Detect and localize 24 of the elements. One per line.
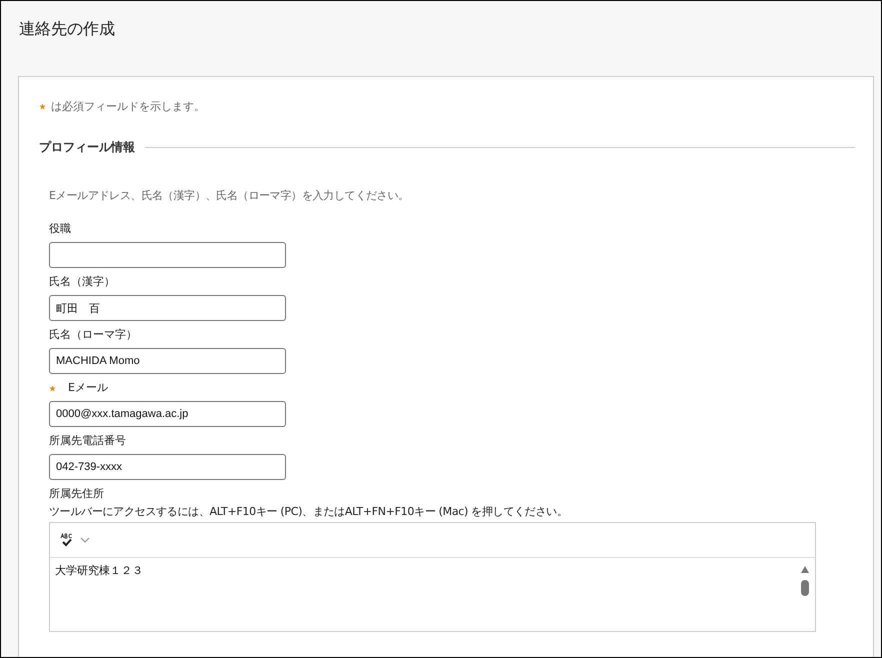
field-label: Eメール [68,381,108,395]
input-field[interactable]: 0000@xxx.tamagawa.ac.jp [49,401,286,427]
section-title: プロフィール情報 [39,139,135,156]
instruction-text: Eメールアドレス、氏名（漢字）、氏名（ローマ字）を入力してください。 [49,188,410,203]
scroll-up-icon[interactable] [800,565,810,574]
field-label: 氏名（ローマ字） [49,328,137,342]
scroll-thumb[interactable] [801,580,809,596]
field-label: 所属先住所 [49,487,105,501]
field-label: 氏名（漢字） [49,275,115,289]
required-icon [49,384,56,392]
required-icon [39,102,46,110]
input-field[interactable] [49,242,286,268]
page-title: 連絡先の作成 [19,19,116,40]
chevron-down-icon [80,537,90,543]
editor-text[interactable]: 大学研究棟１２３ [55,563,799,596]
input-field[interactable]: 町田 百 [49,295,286,321]
field-label: 所属先電話番号 [49,434,126,448]
input-field[interactable]: 042-739-xxxx [49,454,286,480]
dropdown-button[interactable] [78,535,92,545]
toolbar-hint: ツールバーにアクセスするには、ALT+F10キー (PC)、またはALT+FN+F10キー (Mac) を押してください。 [49,504,569,520]
field-label: 役職 [49,222,71,236]
spellcheck-icon [60,533,74,547]
input-field[interactable]: MACHIDA Momo [49,348,286,374]
required-note: は必須フィールドを示します。 [51,98,205,114]
